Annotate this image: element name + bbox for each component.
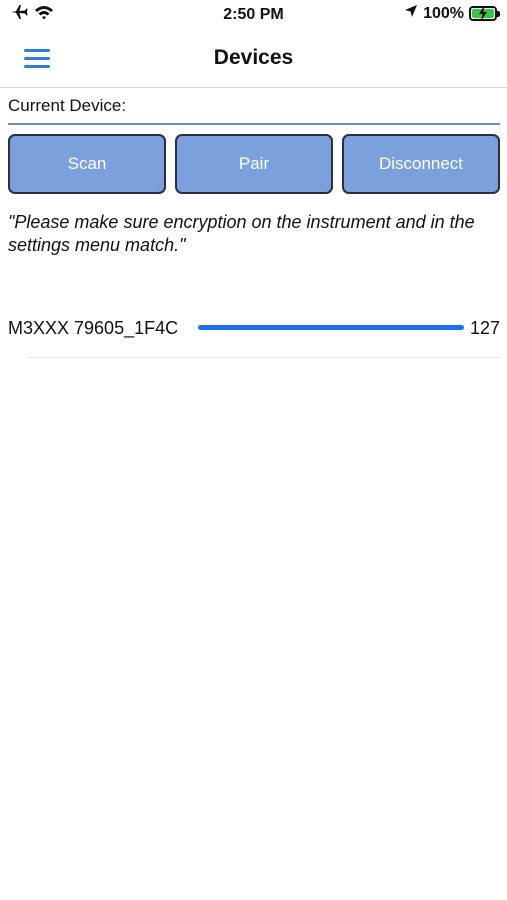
location-icon — [404, 4, 418, 23]
list-divider — [28, 357, 500, 358]
status-bar: 2:50 PM 100% — [0, 0, 507, 30]
encryption-notice: "Please make sure encryption on the inst… — [8, 212, 475, 255]
nav-bar: Devices — [0, 30, 507, 88]
signal-strength-value: 127 — [469, 318, 500, 338]
disconnect-button[interactable]: Disconnect — [342, 134, 500, 194]
signal-strength-bar — [198, 325, 464, 330]
scan-button[interactable]: Scan — [8, 134, 166, 194]
pair-button[interactable]: Pair — [175, 134, 333, 194]
battery-percent: 100% — [423, 4, 464, 22]
page-title: Devices — [213, 46, 294, 69]
signal-strength-fill — [198, 325, 464, 330]
current-device-label: Current Device: — [8, 94, 500, 125]
device-list-item[interactable]: M3XXX 79605_1F4C 127 — [8, 310, 500, 358]
device-name: M3XXX 79605_1F4C — [8, 318, 179, 338]
action-button-row: Scan Pair Disconnect — [8, 134, 500, 194]
status-right: 100% — [404, 4, 500, 23]
battery-charging-icon — [469, 6, 500, 21]
